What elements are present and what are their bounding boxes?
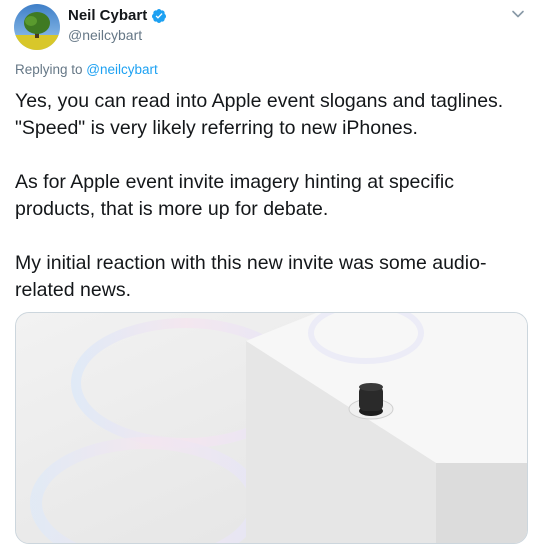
verified-badge-icon <box>152 8 167 23</box>
author-handle[interactable]: @neilcybart <box>68 27 142 43</box>
avatar[interactable] <box>14 4 60 50</box>
display-name[interactable]: Neil Cybart <box>68 7 147 24</box>
replying-to-label: Replying to <box>15 62 87 77</box>
chevron-down-icon[interactable] <box>511 9 525 19</box>
replying-to-handle-link[interactable]: @neilcybart <box>86 62 157 77</box>
tweet-text: Yes, you can read into Apple event sloga… <box>15 90 504 301</box>
tweet-media-image[interactable] <box>15 312 528 544</box>
replying-to: Replying to @neilcybart <box>15 62 158 77</box>
